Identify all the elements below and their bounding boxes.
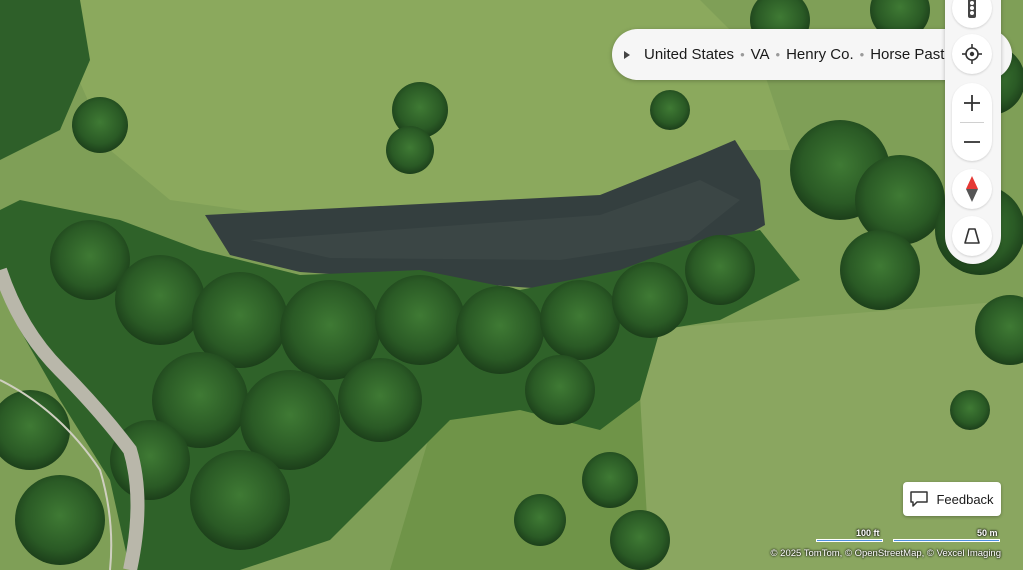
breadcrumb-state[interactable]: VA <box>751 46 770 63</box>
minus-icon <box>964 140 980 143</box>
breadcrumb-separator: • <box>740 47 745 62</box>
zoom-control <box>952 83 992 161</box>
traffic-light-icon <box>968 0 976 18</box>
zoom-out-button[interactable] <box>952 122 992 161</box>
feedback-button[interactable]: Feedback <box>903 482 1001 516</box>
tilt-3d-icon <box>964 228 980 244</box>
lower-right-pasture <box>640 300 1023 570</box>
zoom-in-button[interactable] <box>952 83 992 122</box>
compass-button[interactable] <box>952 169 992 209</box>
breadcrumb-separator: • <box>859 47 865 62</box>
scale-imperial-label: 100 ft <box>856 528 880 538</box>
breadcrumb-country[interactable]: United States <box>644 46 734 63</box>
breadcrumb-separator: • <box>775 47 781 62</box>
aerial-map[interactable] <box>0 0 1023 570</box>
breadcrumb-county[interactable]: Henry Co. <box>786 46 854 63</box>
plus-icon <box>964 94 980 111</box>
scale-imperial-bar <box>816 539 883 542</box>
scale-metric-label: 50 m <box>977 528 998 538</box>
locate-me-icon <box>962 44 982 64</box>
tilt-button[interactable] <box>952 216 992 256</box>
locate-me-button[interactable] <box>952 34 992 74</box>
speech-bubble-icon <box>910 491 929 507</box>
compass-icon <box>966 176 978 202</box>
scale-metric-bar <box>893 539 1000 542</box>
expand-caret-icon[interactable] <box>624 50 630 59</box>
map-attribution: © 2025 TomTom, © OpenStreetMap, © Vexcel… <box>770 548 1001 559</box>
feedback-label: Feedback <box>936 491 994 507</box>
